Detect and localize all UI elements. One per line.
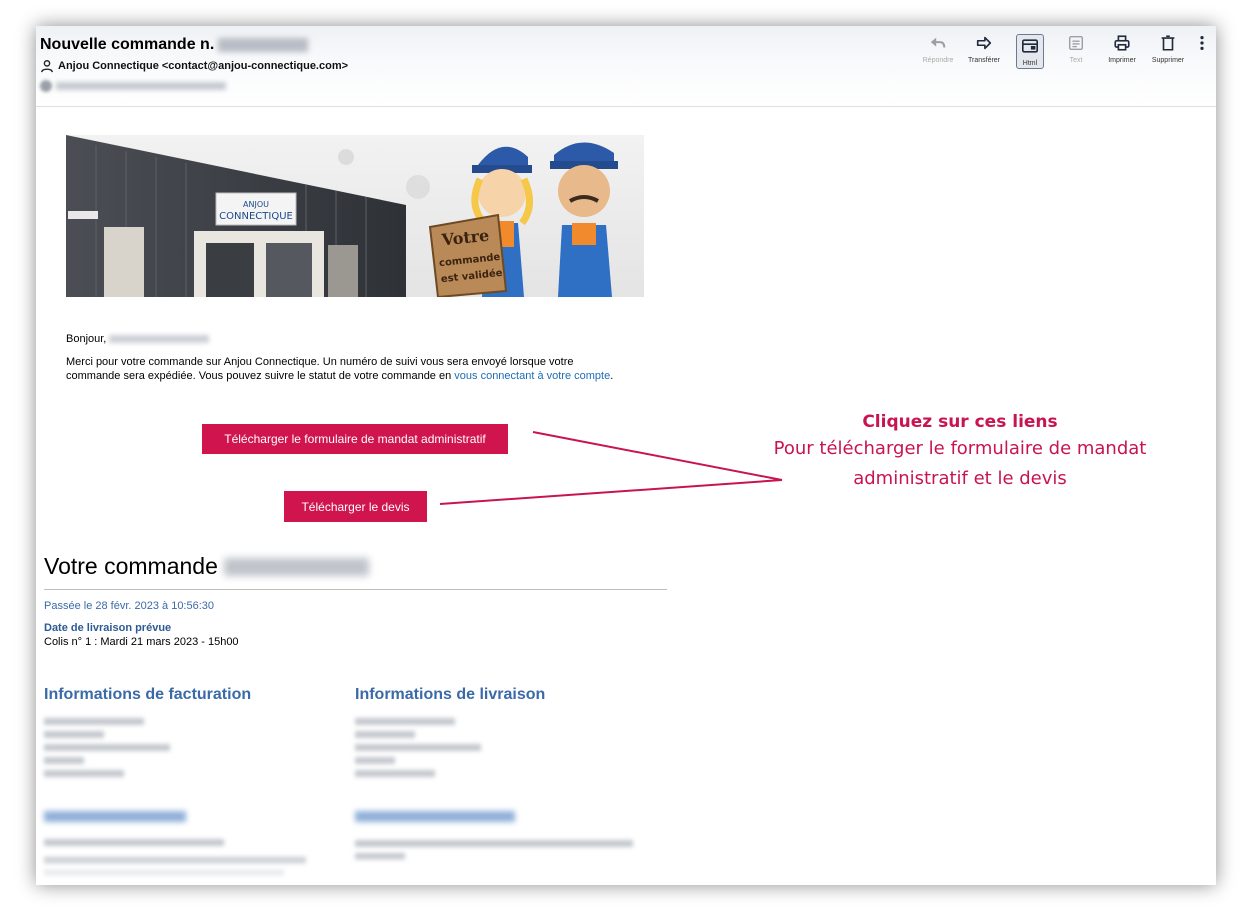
html-view-label: Html (1022, 60, 1038, 67)
more-vertical-icon (1200, 35, 1204, 51)
annotation-callout: Cliquez sur ces liens Pour télécharger l… (740, 412, 1180, 494)
banner-illustration: ANJOU CONNECTIQUE Votre commande est val… (66, 135, 644, 297)
clock-icon (40, 80, 52, 92)
delivery-method-title-redacted (355, 811, 515, 822)
svg-text:CONNECTIQUE: CONNECTIQUE (219, 211, 293, 222)
forward-label: Transférer (967, 57, 1001, 64)
email-body: ANJOU CONNECTIQUE Votre commande est val… (36, 107, 1216, 885)
annotation-title: Cliquez sur ces liens (862, 412, 1058, 432)
reply-button[interactable]: Répondre (916, 34, 960, 64)
html-view-button[interactable]: Html (1008, 34, 1052, 69)
annotation-body: Pour télécharger le formulaire de mandat… (773, 438, 1147, 489)
content-fade (36, 855, 1216, 885)
text-view-button[interactable]: Text (1054, 34, 1098, 64)
print-label: Imprimer (1108, 57, 1136, 64)
delivery-date-value: Colis n° 1 : Mardi 21 mars 2023 - 15h00 (44, 636, 239, 648)
greeting: Bonjour, (66, 333, 210, 345)
account-login-link[interactable]: vous connectant à votre compte (454, 370, 610, 382)
order-title-text: Votre commande (44, 553, 218, 579)
more-options-button[interactable] (1192, 34, 1212, 57)
intro-end: . (610, 370, 614, 382)
divider (44, 589, 667, 590)
sender-row: Anjou Connectique <contact@anjou-connect… (40, 59, 348, 73)
person-icon (41, 60, 53, 73)
shipping-info-title: Informations de livraison (355, 686, 546, 703)
print-button[interactable]: Imprimer (1100, 34, 1144, 64)
order-title: Votre commande (44, 553, 369, 580)
date-redacted (56, 82, 226, 90)
text-view-icon (1068, 35, 1084, 51)
customer-name-redacted (109, 335, 210, 344)
billing-info-title: Informations de facturation (44, 686, 252, 703)
forward-icon (976, 36, 992, 50)
text-view-label: Text (1069, 57, 1083, 64)
download-quote-button[interactable]: Télécharger le devis (284, 491, 427, 522)
validated-board: Votre commande est validée (428, 213, 508, 297)
reply-icon (930, 37, 946, 48)
message-toolbar: Répondre Transférer Html Text Imprimer S… (916, 34, 1212, 69)
order-number-redacted (218, 37, 309, 52)
forward-button[interactable]: Transférer (962, 34, 1006, 64)
delete-button[interactable]: Supprimer (1146, 34, 1190, 64)
reply-label: Répondre (922, 57, 954, 64)
email-header: Nouvelle commande n. Anjou Connectique <… (36, 26, 1216, 107)
subject-text: Nouvelle commande n. (40, 36, 215, 53)
order-id-redacted (223, 557, 369, 576)
download-mandate-form-button[interactable]: Télécharger le formulaire de mandat admi… (202, 424, 508, 454)
order-confirmed-banner: ANJOU CONNECTIQUE Votre commande est val… (66, 135, 644, 297)
svg-text:ANJOU: ANJOU (243, 200, 269, 209)
order-placed-date: Passée le 28 févr. 2023 à 10:56:30 (44, 600, 215, 612)
trash-icon (1161, 35, 1175, 51)
intro-paragraph: Merci pour votre commande sur Anjou Conn… (66, 355, 626, 383)
delete-label: Supprimer (1151, 57, 1185, 64)
sender-address: Anjou Connectique <contact@anjou-connect… (58, 60, 349, 72)
print-icon (1114, 35, 1130, 51)
email-subject: Nouvelle commande n. (40, 36, 309, 54)
html-view-icon (1021, 39, 1039, 53)
date-row-redacted (40, 80, 226, 92)
greeting-text: Bonjour, (66, 333, 107, 345)
delivery-date-label: Date de livraison prévue (44, 622, 172, 634)
payment-method-title-redacted (44, 811, 186, 822)
